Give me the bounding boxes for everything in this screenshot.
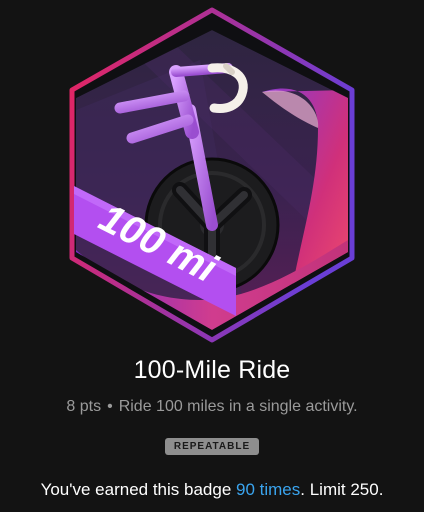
badge-title: 100-Mile Ride (133, 356, 291, 384)
separator-dot: • (107, 398, 113, 415)
earned-suffix: . Limit 250. (300, 480, 384, 499)
earned-summary: You've earned this badge 90 times. Limit… (0, 480, 424, 500)
badge-description-line: 8 pts • Ride 100 miles in a single activit… (0, 398, 424, 416)
points-text: 8 pts (66, 398, 102, 415)
repeatable-badge: REPEATABLE (164, 438, 260, 455)
earned-prefix: You've earned this badge (40, 480, 237, 499)
description-text: Ride 100 miles in a single activity. (118, 398, 358, 415)
badge-svg: 100 mi (69, 7, 355, 343)
tag-row: REPEATABLE (0, 436, 424, 455)
earned-count-link[interactable]: 90 times (236, 480, 300, 499)
badge-graphic: 100 mi (0, 0, 424, 345)
